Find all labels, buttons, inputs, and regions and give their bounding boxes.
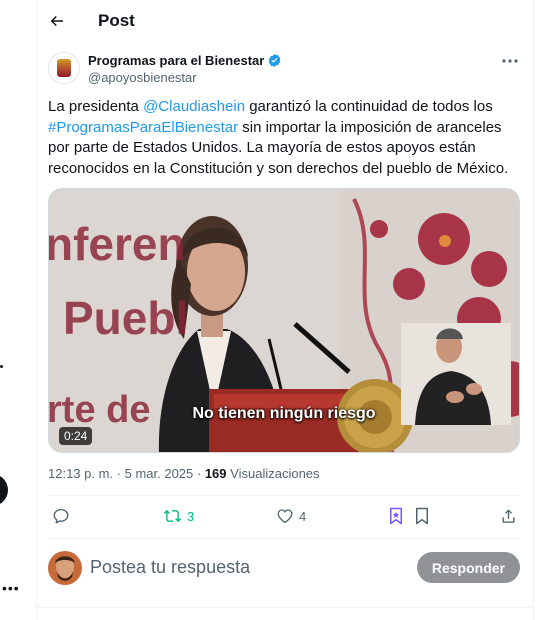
- back-button[interactable]: [40, 4, 74, 38]
- verified-badge-icon: [268, 53, 281, 68]
- more-options-button[interactable]: [500, 53, 520, 69]
- like-count: 4: [299, 508, 307, 524]
- like-button[interactable]: 4: [276, 507, 306, 525]
- reply-submit-button[interactable]: Responder: [416, 552, 520, 583]
- background-banner-text: Puebl: [63, 292, 189, 344]
- bookmark-button[interactable]: [414, 507, 430, 525]
- author-name-row[interactable]: Programas para el Bienestar: [88, 53, 282, 68]
- arrow-left-icon: [50, 15, 63, 27]
- hashtag-link[interactable]: #ProgramasParaElBienestar: [48, 119, 238, 136]
- reply-composer: Postea tu respuesta Responder: [48, 550, 520, 586]
- divider: [37, 607, 533, 608]
- sidebar-dot: [0, 365, 3, 368]
- post-text: La presidenta @Claudiashein garantizó la…: [48, 97, 524, 179]
- reply-button[interactable]: [52, 507, 70, 525]
- user-avatar[interactable]: [48, 551, 82, 585]
- post-metadata: 12:13 p. m. · 5 mar. 2025 · 169 Visualiz…: [48, 466, 320, 481]
- meta-separator: ·: [193, 466, 205, 481]
- post-actions: 3 4: [48, 496, 520, 538]
- post-time[interactable]: 12:13 p. m.: [48, 466, 113, 481]
- share-button[interactable]: [500, 507, 517, 525]
- page-title: Post: [98, 11, 135, 30]
- comment-icon: [53, 508, 69, 524]
- retweet-button[interactable]: 3: [163, 507, 194, 525]
- author-avatar[interactable]: [48, 52, 80, 84]
- more-horizontal-icon: [502, 59, 518, 63]
- meta-separator: ·: [113, 466, 125, 481]
- left-sidebar: •••: [0, 0, 37, 620]
- views-count[interactable]: 169: [205, 466, 227, 481]
- share-icon: [502, 509, 515, 523]
- reply-input[interactable]: Postea tu respuesta: [90, 557, 250, 578]
- divider: [48, 538, 520, 539]
- post-text-segment: garantizó la continuidad de todos los: [245, 98, 493, 115]
- video-subtitle: No tienen ningún riesgo: [192, 405, 376, 422]
- grok-button[interactable]: [388, 507, 404, 525]
- background-banner-text: nferen: [48, 218, 186, 270]
- bookmark-icon: [416, 507, 428, 525]
- author-handle[interactable]: @apoyosbienestar: [88, 70, 197, 85]
- post-author: Programas para el Bienestar @apoyosbiene…: [48, 51, 520, 89]
- mention-link[interactable]: @Claudiashein: [143, 98, 245, 115]
- sidebar-account-avatar[interactable]: [0, 474, 8, 506]
- column-border: [533, 0, 534, 620]
- retweet-count: 3: [187, 508, 195, 524]
- author-display-name[interactable]: Programas para el Bienestar: [88, 53, 264, 68]
- post-date[interactable]: 5 mar. 2025: [125, 466, 194, 481]
- video-player[interactable]: nferen Puebl rte de No tienen ningún rie…: [48, 188, 520, 453]
- heart-icon: [277, 509, 293, 524]
- retweet-icon: [163, 509, 182, 523]
- video-timestamp: 0:24: [59, 427, 93, 445]
- sidebar-more-icon[interactable]: •••: [2, 580, 20, 596]
- bookmark-star-icon: [390, 507, 402, 525]
- bienestar-logo-icon: [57, 59, 71, 77]
- page-header: Post: [37, 0, 533, 42]
- user-avatar-image: [48, 551, 82, 585]
- post-text-segment: La presidenta: [48, 98, 144, 115]
- views-label: Visualizaciones: [230, 466, 320, 481]
